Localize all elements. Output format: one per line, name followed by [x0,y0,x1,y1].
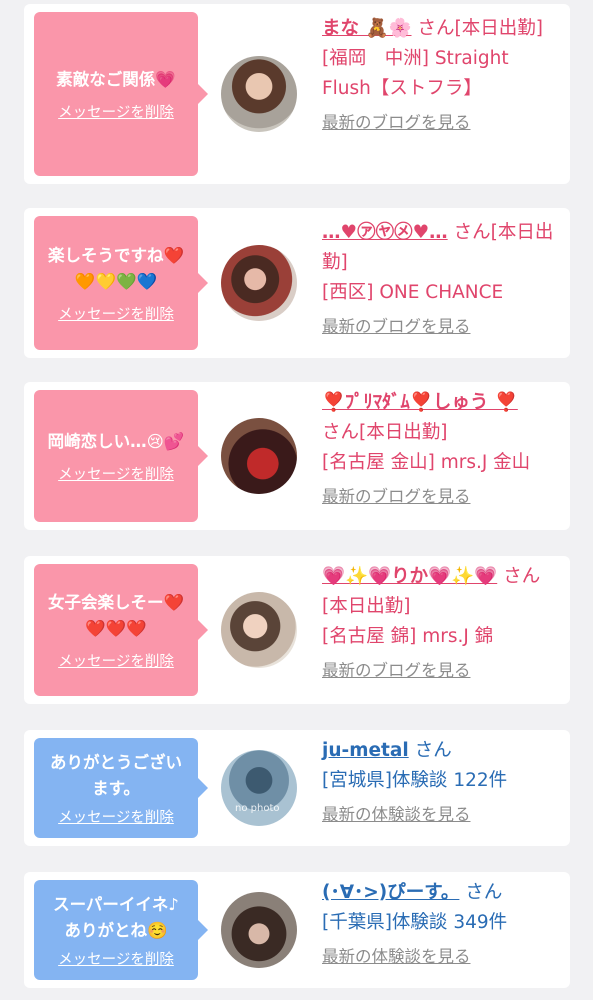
delete-message-link[interactable]: メッセージを削除 [58,806,174,827]
message-card: 素敵なご関係💗 メッセージを削除 まな 🧸🌸 さん[本日出勤] [福岡 中洲] S… [24,4,570,184]
shop-label: [名古屋 金山] mrs.J 金山 [322,452,531,473]
shop-label: [西区] ONE CHANCE [322,282,504,303]
message-card: 楽しそうですね❤️🧡💛💚💙 メッセージを削除 …♥㋐㋳㋱♥… さん[本日出勤] [… [24,208,570,358]
avatar[interactable] [221,56,297,132]
avatar[interactable]: no photo [221,750,297,826]
delete-message-link[interactable]: メッセージを削除 [58,303,174,324]
delete-message-link[interactable]: メッセージを削除 [58,463,174,484]
profile-name-link[interactable]: 💗✨💗りか💗✨💗 [322,566,497,587]
latest-blog-link[interactable]: 最新のブログを見る [322,482,560,512]
latest-blog-link[interactable]: 最新のブログを見る [322,656,560,686]
message-text: 楽しそうですね❤️🧡💛💚💙 [47,245,185,291]
profile-name-link[interactable]: …♥㋐㋳㋱♥… [322,222,448,243]
message-card: ありがとうございます。 メッセージを削除 no photo ju-metal さん… [24,730,570,846]
message-card: スーパーイイネ♪ ありがとね☺️ メッセージを削除 (･∀･>)ぴーす。 さん [… [24,872,570,988]
message-bubble: 楽しそうですね❤️🧡💛💚💙 メッセージを削除 [34,216,208,350]
latest-blog-link[interactable]: 最新のブログを見る [322,108,560,138]
delete-message-link[interactable]: メッセージを削除 [58,948,174,969]
profile-name-link[interactable]: ❣️ﾌﾟﾘﾏﾀﾞﾑ❣️しゅう ❣️ [322,392,518,413]
message-text: 女子会楽しそー❤️❤️❤️❤️ [47,592,185,638]
avatar[interactable] [221,892,297,968]
status-text: さん [414,740,452,761]
shop-label: [宮城県]体験談 122件 [322,770,508,791]
message-bubble: 女子会楽しそー❤️❤️❤️❤️ メッセージを削除 [34,564,208,696]
message-card: 女子会楽しそー❤️❤️❤️❤️ メッセージを削除 💗✨💗りか💗✨💗 さん[本日出勤… [24,556,570,704]
shop-label: [千葉県]体験談 349件 [322,912,508,933]
no-photo-caption: no photo [235,803,280,814]
profile-info: まな 🧸🌸 さん[本日出勤] [福岡 中洲] Straight Flush【ストフ… [322,14,560,138]
shop-label: [福岡 中洲] Straight Flush【ストフラ】 [322,48,509,99]
profile-info: …♥㋐㋳㋱♥… さん[本日出勤] [西区] ONE CHANCE 最新のブログを見… [322,218,560,342]
profile-name-link[interactable]: (･∀･>)ぴーす。 [322,882,459,903]
message-text: 岡崎恋しい…😢💕 [47,431,185,451]
latest-review-link[interactable]: 最新の体験談を見る [322,942,560,972]
shop-label: [名古屋 錦] mrs.J 錦 [322,626,494,647]
message-text: ありがとうございます。 [50,752,182,798]
avatar[interactable] [221,245,297,321]
delete-message-link[interactable]: メッセージを削除 [58,101,174,122]
message-card: 岡崎恋しい…😢💕 メッセージを削除 ❣️ﾌﾟﾘﾏﾀﾞﾑ❣️しゅう ❣️ さん[本… [24,382,570,530]
message-text: 素敵なご関係💗 [56,69,176,89]
profile-info: (･∀･>)ぴーす。 さん [千葉県]体験談 349件 最新の体験談を見る [322,878,560,972]
profile-info: ❣️ﾌﾟﾘﾏﾀﾞﾑ❣️しゅう ❣️ さん[本日出勤] [名古屋 金山] mrs.… [322,388,560,512]
message-bubble: 岡崎恋しい…😢💕 メッセージを削除 [34,390,208,522]
status-text: さん[本日出勤] [417,18,543,39]
latest-review-link[interactable]: 最新の体験談を見る [322,800,560,830]
message-bubble: ありがとうございます。 メッセージを削除 [34,738,208,838]
delete-message-link[interactable]: メッセージを削除 [58,650,174,671]
profile-info: 💗✨💗りか💗✨💗 さん[本日出勤] [名古屋 錦] mrs.J 錦 最新のブログを… [322,562,560,686]
avatar[interactable] [221,418,297,494]
profile-name-link[interactable]: ju-metal [322,740,409,761]
message-bubble: スーパーイイネ♪ ありがとね☺️ メッセージを削除 [34,880,208,980]
message-list: 素敵なご関係💗 メッセージを削除 まな 🧸🌸 さん[本日出勤] [福岡 中洲] S… [0,0,593,1000]
status-text: さん[本日出勤] [322,422,448,443]
status-text: さん [465,882,503,903]
message-text: スーパーイイネ♪ ありがとね☺️ [53,894,179,940]
profile-info: ju-metal さん [宮城県]体験談 122件 最新の体験談を見る [322,736,560,830]
avatar[interactable] [221,592,297,668]
latest-blog-link[interactable]: 最新のブログを見る [322,312,560,342]
message-bubble: 素敵なご関係💗 メッセージを削除 [34,12,208,176]
profile-name-link[interactable]: まな 🧸🌸 [322,18,412,39]
